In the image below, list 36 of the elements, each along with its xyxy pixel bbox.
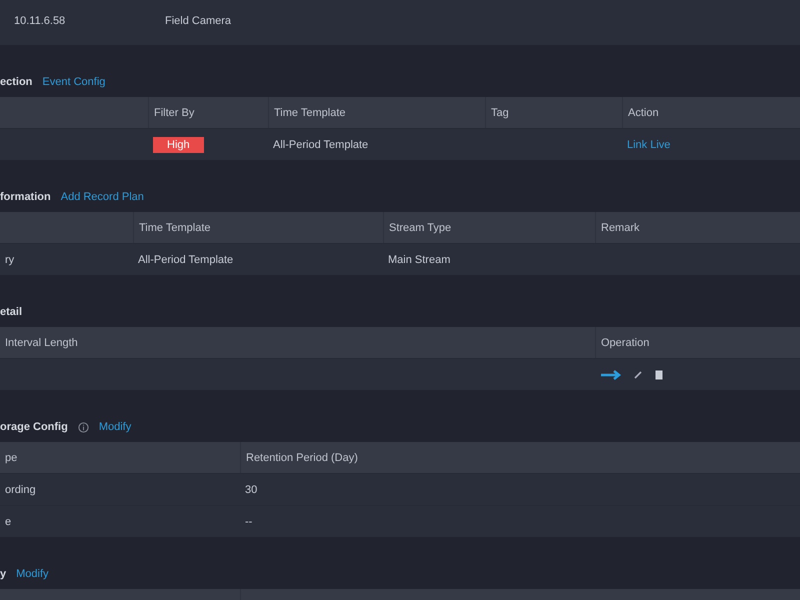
section-link[interactable]: Event Config — [42, 76, 106, 88]
column-header: Stream Type — [383, 212, 595, 243]
section-link[interactable]: Add Record Plan — [60, 191, 144, 203]
column-header: Operation — [595, 327, 800, 358]
section-title: formation — [0, 191, 51, 203]
info-label: 10.11.6.58 — [13, 15, 66, 27]
link-action[interactable]: Link Live — [627, 138, 670, 150]
section-title: etail — [0, 306, 22, 318]
section-link[interactable]: Modify — [98, 421, 132, 433]
table-cell: Main Stream — [383, 243, 595, 275]
section-title: y — [0, 568, 6, 580]
column-header: Time Template — [268, 97, 485, 128]
column-header: Interval Length — [0, 327, 595, 358]
column-header: Action — [622, 97, 800, 128]
delete-button[interactable] — [655, 370, 663, 380]
table-cell: ry — [0, 243, 133, 275]
table-cell: ording — [0, 473, 240, 505]
table-cell: 30 — [240, 473, 800, 505]
column-header: Filter By — [148, 97, 268, 128]
table-cell: -- — [240, 505, 800, 537]
arrow-right-button[interactable] — [600, 370, 622, 380]
info-icon[interactable] — [78, 422, 89, 433]
column-header: pe — [0, 442, 240, 473]
section-title: orage Config — [0, 421, 68, 433]
section-link[interactable]: Modify — [16, 568, 49, 580]
column-header: Time Template — [133, 212, 383, 243]
section-title: ection — [0, 76, 32, 88]
table-cell: All-Period Template — [133, 243, 383, 275]
column-header: Tag — [485, 97, 622, 128]
column-header: Remark — [595, 212, 800, 243]
column-header: Retention Period (Day) — [240, 442, 800, 473]
info-value: Field Camera — [165, 15, 232, 27]
table-cell: All-Period Template — [268, 128, 485, 160]
priority-tag: High — [153, 136, 204, 152]
edit-button[interactable] — [634, 370, 643, 379]
table-cell: e — [0, 505, 240, 537]
